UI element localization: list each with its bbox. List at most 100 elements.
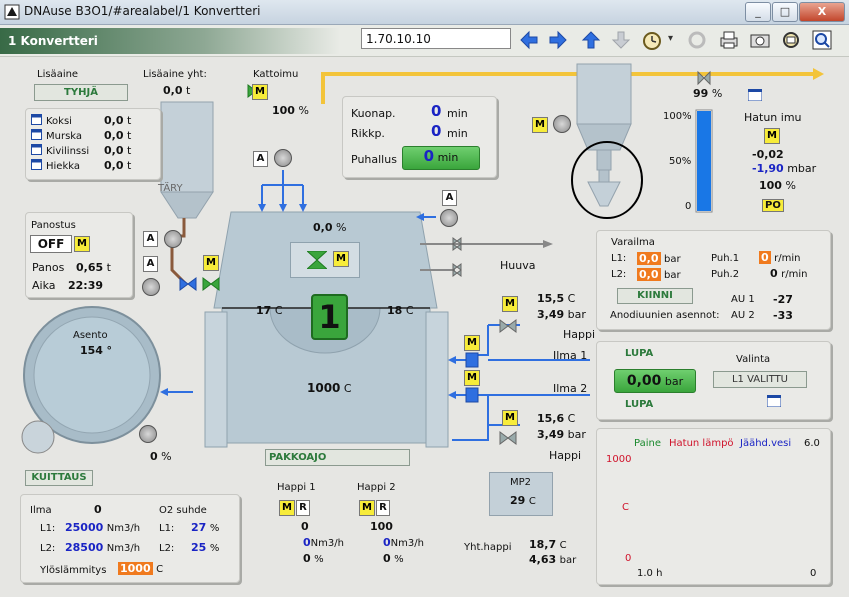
- dropdown-icon[interactable]: ▾: [668, 33, 673, 44]
- happi1-pct-unit: %: [314, 554, 324, 565]
- valinta-label: Valinta: [736, 354, 771, 365]
- additive-a1-button[interactable]: A: [143, 231, 158, 247]
- reserve-l1-value: 0,0: [637, 252, 661, 265]
- converter-motor-icon[interactable]: [274, 149, 292, 167]
- happi2-r-button[interactable]: R: [376, 500, 390, 516]
- additive-item-value: 0,0: [104, 144, 124, 157]
- kiinni-button[interactable]: KIINNI: [617, 288, 693, 304]
- puhallus-display: 0 min: [402, 146, 480, 170]
- permit-trend-icon[interactable]: [767, 395, 781, 407]
- valinta-select[interactable]: L1 VALITTU: [713, 371, 807, 388]
- side-t2-unit: C: [567, 412, 576, 425]
- happi1-valve-m-button[interactable]: M: [502, 296, 518, 312]
- additive-item[interactable]: Murska 0,0 t: [31, 129, 131, 142]
- hood-m-button[interactable]: M: [532, 117, 548, 133]
- trend-x-left: 1.0 h: [637, 568, 663, 579]
- side-motor-icon[interactable]: [440, 209, 458, 227]
- air-ilma-label: Ilma: [30, 505, 52, 516]
- up-arrow-icon[interactable]: [580, 29, 602, 51]
- zoom-icon[interactable]: [811, 29, 833, 51]
- down-arrow-icon[interactable]: [610, 29, 632, 51]
- au1-label: AU 1: [731, 294, 755, 305]
- additive-item-unit: t: [127, 129, 132, 142]
- happi2-flow: 0: [383, 536, 391, 549]
- close-button[interactable]: X: [799, 2, 845, 22]
- pakkoajo-button[interactable]: PAKKOAJO: [265, 449, 410, 466]
- ilma2-m-button[interactable]: M: [464, 370, 480, 386]
- additive-motor2-icon[interactable]: [142, 278, 160, 296]
- hood-imu-m-button[interactable]: M: [764, 128, 780, 144]
- print-icon[interactable]: [718, 29, 740, 51]
- additive-a2-button[interactable]: A: [143, 256, 158, 272]
- converter-a-button[interactable]: A: [253, 151, 268, 167]
- refresh-icon[interactable]: [686, 29, 708, 51]
- charging-panel: Panostus OFF M Panos 0,65 t Aika 22:39: [25, 212, 133, 298]
- total-oxygen-temp: 18,7: [529, 538, 557, 551]
- additive-item[interactable]: Kivilinssi 0,0 t: [31, 144, 131, 157]
- maximize-button[interactable]: □: [772, 2, 798, 22]
- hood-level-fill: [697, 111, 711, 211]
- settings-icon[interactable]: [780, 29, 802, 51]
- happi2-valve-m-button[interactable]: M: [502, 410, 518, 426]
- back-arrow-icon[interactable]: [518, 29, 540, 51]
- hood-motor-icon[interactable]: [553, 115, 571, 133]
- kuittaus-button[interactable]: KUITTAUS: [25, 470, 93, 486]
- converter-valve-m-button[interactable]: M: [333, 251, 349, 267]
- permit-panel: LUPA 0,00 bar LUPA Valinta L1 VALITTU: [596, 341, 831, 420]
- additive-motor-icon[interactable]: [164, 230, 182, 248]
- side-t1-unit: C: [567, 292, 576, 305]
- kuonap-label: Kuonap.: [351, 107, 396, 120]
- version-field[interactable]: 1.70.10.10: [361, 28, 511, 49]
- preheat-value[interactable]: 1000: [118, 562, 153, 575]
- converter-valve-icon: [307, 251, 327, 269]
- reserve-l1-label: L1:: [611, 253, 627, 264]
- side-p2-unit: bar: [567, 428, 586, 441]
- ilma1-m-button[interactable]: M: [464, 335, 480, 351]
- side-t2-value: 15,6: [537, 412, 565, 425]
- total-oxygen-label: Yht.happi: [464, 542, 512, 553]
- anode-label: Anodiuunien asennot:: [610, 310, 720, 321]
- reserve-l1-unit: bar: [664, 254, 681, 265]
- forward-arrow-icon[interactable]: [547, 29, 569, 51]
- camera-icon[interactable]: [749, 29, 771, 51]
- reserve-l2-unit: bar: [664, 270, 681, 281]
- trend-x-right: 0: [810, 568, 817, 579]
- page-title: 1 Konvertteri: [0, 28, 340, 54]
- window-title: DNAuse B3O1/#arealabel/1 Konvertteri: [24, 4, 261, 18]
- au2-value: -33: [773, 309, 793, 322]
- permit-pressure-value: 0,00: [626, 373, 662, 389]
- additive-item-value: 0,0: [104, 129, 124, 142]
- charging-state[interactable]: OFF: [30, 235, 72, 253]
- puh1-value: 0: [759, 251, 771, 264]
- additive-valve-m-button[interactable]: M: [203, 255, 219, 271]
- puhallus-label: Puhallus: [351, 153, 397, 166]
- happi2-m-button[interactable]: M: [359, 500, 375, 516]
- o2-l2-label: L2:: [159, 543, 175, 554]
- additive-label: Lisäaine: [37, 69, 79, 80]
- position-motor-unit: %: [161, 450, 172, 463]
- hood-trend-icon[interactable]: [748, 89, 762, 101]
- converter-valve-box[interactable]: M: [290, 242, 360, 278]
- timers-panel: Kuonap. 0 min Rikkp. 0 min Puhallus 0 mi…: [342, 96, 497, 178]
- clock-gear-icon[interactable]: [641, 29, 663, 51]
- charging-m-button[interactable]: M: [74, 236, 90, 252]
- mp2-unit: C: [528, 496, 536, 507]
- happi2-label: Happi 2: [357, 482, 396, 493]
- minimize-button[interactable]: _: [745, 2, 771, 22]
- additive-item[interactable]: Hiekka 0,0 t: [31, 159, 131, 172]
- additive-item[interactable]: Koksi 0,0 t: [31, 114, 131, 127]
- roof-blow-m-button[interactable]: M: [252, 84, 268, 100]
- ilma1-label: Ilma 1: [553, 349, 588, 362]
- puhallus-value: 0: [423, 147, 435, 165]
- converter-number[interactable]: 1: [311, 294, 348, 340]
- preheat-unit: C: [156, 564, 164, 575]
- po-indicator[interactable]: PO: [762, 199, 784, 212]
- position-motor-icon[interactable]: [139, 425, 157, 443]
- side-a-button[interactable]: A: [442, 190, 457, 206]
- side-happi2-label: Happi: [549, 449, 582, 462]
- au1-value: -27: [773, 293, 793, 306]
- happi1-r-button[interactable]: R: [296, 500, 310, 516]
- o2-l1-label: L1:: [159, 523, 175, 534]
- panos-value: 0,65: [76, 261, 104, 274]
- happi1-m-button[interactable]: M: [279, 500, 295, 516]
